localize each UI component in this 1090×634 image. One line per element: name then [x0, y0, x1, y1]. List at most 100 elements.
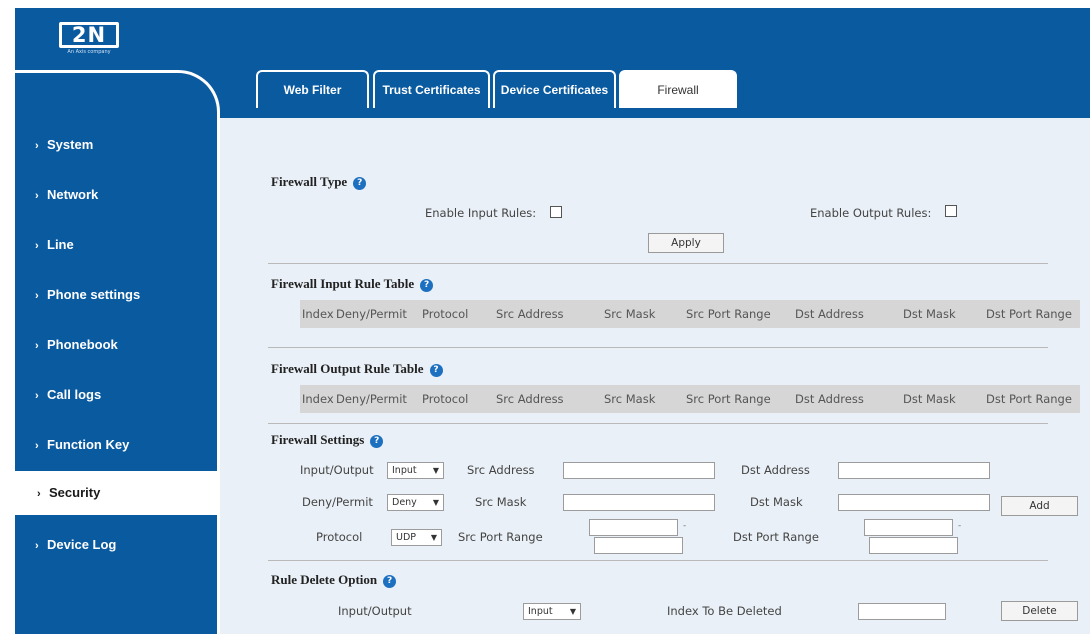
column-header: Deny/Permit [336, 307, 407, 321]
logo-mark: 2N [59, 22, 119, 48]
sidebar-item-label: Call logs [47, 387, 102, 402]
chevron-right-icon: › [37, 488, 41, 500]
tab-firewall[interactable]: Firewall [619, 70, 737, 108]
column-header: Protocol [422, 307, 469, 321]
tab-trust-certificates[interactable]: Trust Certificates [373, 70, 490, 108]
sidebar-item-label: Security [49, 485, 101, 500]
column-header: Src Mask [604, 392, 656, 406]
divider [268, 423, 1048, 424]
chevron-right-icon: › [35, 240, 39, 252]
column-header: Dst Address [795, 307, 864, 321]
sidebar-item-call-logs[interactable]: › Call logs [15, 375, 217, 415]
src-port-range-label: Src Port Range [458, 530, 543, 544]
chevron-right-icon: › [35, 290, 39, 302]
question-circle-icon[interactable]: ? [370, 435, 384, 448]
divider [268, 560, 1048, 561]
question-circle-icon[interactable]: ? [353, 177, 367, 190]
firewall-settings-title: Firewall Settings? [271, 432, 384, 448]
add-button[interactable]: Add [1001, 496, 1078, 516]
column-header: Dst Mask [903, 392, 956, 406]
question-circle-icon[interactable]: ? [383, 575, 397, 588]
delete-input-output-select[interactable]: Input ▼ [523, 603, 581, 620]
dst-address-label: Dst Address [741, 463, 810, 477]
chevron-right-icon: › [35, 190, 39, 202]
output-rule-table-title: Firewall Output Rule Table? [271, 361, 443, 377]
column-header: Src Mask [604, 307, 656, 321]
chevron-down-icon: ▼ [430, 533, 437, 542]
column-header: Src Address [496, 307, 564, 321]
column-header: Deny/Permit [336, 392, 407, 406]
sidebar-item-line[interactable]: › Line [15, 225, 217, 265]
sidebar-item-function-key[interactable]: › Function Key [15, 425, 217, 465]
chevron-right-icon: › [35, 540, 39, 552]
sidebar: › System › Network › Line › Phone settings ›… [15, 70, 220, 634]
src-mask-label: Src Mask [475, 495, 527, 509]
chevron-down-icon: ▼ [432, 466, 439, 475]
question-circle-icon[interactable]: ? [420, 279, 434, 292]
dst-mask-input[interactable] [838, 494, 990, 511]
index-to-delete-input[interactable] [858, 603, 946, 620]
protocol-select[interactable]: UDP ▼ [391, 529, 442, 546]
sidebar-item-label: Device Log [47, 537, 117, 552]
column-header: Dst Address [795, 392, 864, 406]
enable-output-label: Enable Output Rules: [810, 206, 932, 220]
sidebar-item-label: Function Key [47, 437, 130, 452]
enable-input-label: Enable Input Rules: [425, 206, 537, 220]
delete-input-output-label: Input/Output [338, 604, 412, 618]
question-circle-icon[interactable]: ? [429, 364, 443, 377]
input-rule-table-header: Index Deny/Permit Protocol Src Address S… [300, 300, 1080, 328]
enable-output-checkbox[interactable] [945, 205, 957, 217]
src-port-end-input[interactable] [594, 537, 683, 554]
sidebar-item-system[interactable]: › System [15, 125, 217, 165]
rule-delete-title: Rule Delete Option? [271, 572, 397, 588]
sidebar-item-label: System [47, 137, 94, 152]
chevron-right-icon: › [35, 340, 39, 352]
dst-port-start-input[interactable] [864, 519, 953, 536]
divider [268, 347, 1048, 348]
dst-port-range-label: Dst Port Range [733, 530, 819, 544]
sidebar-item-label: Line [47, 237, 74, 252]
range-separator: - [958, 521, 962, 531]
src-address-input[interactable] [563, 462, 715, 479]
tab-device-certificates[interactable]: Device Certificates [493, 70, 616, 108]
deny-permit-select[interactable]: Deny ▼ [387, 494, 444, 511]
chevron-down-icon: ▼ [569, 607, 576, 616]
src-mask-input[interactable] [563, 494, 715, 511]
firewall-type-title: Firewall Type? [271, 174, 367, 190]
range-separator: - [683, 521, 687, 531]
dst-mask-label: Dst Mask [750, 495, 803, 509]
src-address-label: Src Address [467, 463, 535, 477]
sidebar-item-label: Phonebook [47, 337, 118, 352]
deny-permit-label: Deny/Permit [302, 495, 373, 509]
input-rule-table-title: Firewall Input Rule Table? [271, 276, 434, 292]
column-header: Dst Mask [903, 307, 956, 321]
chevron-right-icon: › [35, 440, 39, 452]
index-to-delete-label: Index To Be Deleted [667, 604, 782, 618]
apply-button[interactable]: Apply [648, 233, 724, 253]
dst-port-end-input[interactable] [869, 537, 958, 554]
sidebar-item-network[interactable]: › Network [15, 175, 217, 215]
input-output-select[interactable]: Input ▼ [387, 462, 444, 479]
logo-subtitle: An Axis company [67, 49, 111, 55]
sidebar-item-device-log[interactable]: › Device Log [15, 525, 217, 565]
sidebar-item-label: Phone settings [47, 287, 141, 302]
delete-button[interactable]: Delete [1001, 601, 1078, 621]
chevron-right-icon: › [35, 390, 39, 402]
src-port-start-input[interactable] [589, 519, 678, 536]
dst-address-input[interactable] [838, 462, 990, 479]
sidebar-item-phonebook[interactable]: › Phonebook [15, 325, 217, 365]
column-header: Dst Port Range [986, 307, 1072, 321]
output-rule-table-header: Index Deny/Permit Protocol Src Address S… [300, 385, 1080, 413]
brand-logo: 2N An Axis company [59, 22, 119, 56]
chevron-down-icon: ▼ [432, 498, 439, 507]
column-header: Src Port Range [686, 392, 771, 406]
column-header: Src Address [496, 392, 564, 406]
sidebar-item-security[interactable]: › Security [15, 471, 217, 515]
column-header: Dst Port Range [986, 392, 1072, 406]
tab-web-filter[interactable]: Web Filter [256, 70, 369, 108]
column-header: Index [302, 307, 334, 321]
chevron-right-icon: › [35, 140, 39, 152]
sidebar-item-phone-settings[interactable]: › Phone settings [15, 275, 217, 315]
enable-input-checkbox[interactable] [550, 206, 562, 218]
column-header: Protocol [422, 392, 469, 406]
